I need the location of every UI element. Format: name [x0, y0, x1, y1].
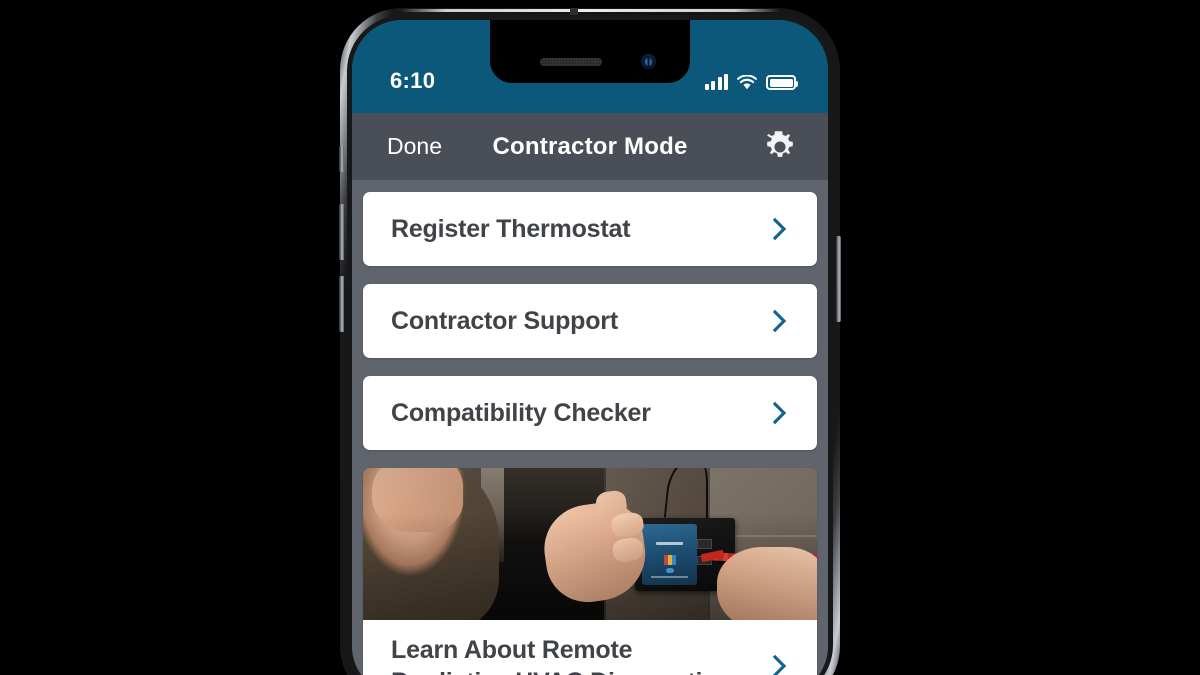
list-item-contractor-support[interactable]: Contractor Support	[363, 284, 817, 358]
chevron-right-icon	[769, 651, 791, 675]
list-item-label: Contractor Support	[391, 306, 618, 335]
earpiece-speaker-icon	[540, 58, 602, 66]
volume-up-button[interactable]	[339, 204, 344, 260]
chevron-right-icon	[769, 306, 791, 336]
navigation-bar: Done Contractor Mode	[352, 113, 828, 180]
done-button[interactable]: Done	[387, 133, 442, 160]
list-item-register-thermostat[interactable]: Register Thermostat	[363, 192, 817, 266]
promo-title-line-1: Learn About Remote	[391, 636, 633, 664]
promo-image-hvac-technician	[363, 468, 817, 620]
wifi-icon	[737, 74, 757, 90]
battery-full-icon	[766, 75, 798, 90]
phone-device-frame: 6:10 Done Contractor Mode Register Therm…	[339, 8, 841, 675]
power-button[interactable]	[836, 236, 841, 322]
list-item-label: Register Thermostat	[391, 214, 631, 243]
chevron-right-icon	[769, 398, 791, 428]
silent-switch-button[interactable]	[339, 146, 344, 172]
display-notch	[490, 20, 690, 83]
front-camera-icon	[641, 54, 656, 69]
volume-down-button[interactable]	[339, 276, 344, 332]
phone-bezel: 6:10 Done Contractor Mode Register Therm…	[352, 20, 828, 675]
status-bar: 6:10	[352, 20, 828, 113]
gear-icon	[767, 130, 793, 157]
promo-card-footer: Learn About Remote Predictive HVAC Diagn…	[363, 620, 817, 675]
promo-title-line-2: Predictive HVAC Diagnostics	[391, 666, 769, 675]
content-scroll-area[interactable]: Register Thermostat Contractor Support C…	[352, 180, 828, 675]
screenshot-stage: 6:10 Done Contractor Mode Register Therm…	[0, 0, 1200, 675]
status-bar-clock: 6:10	[390, 68, 436, 93]
frame-top-rail-highlight	[400, 9, 780, 12]
promo-card-remote-diagnostics[interactable]: Learn About Remote Predictive HVAC Diagn…	[363, 468, 817, 675]
list-item-label: Compatibility Checker	[391, 398, 651, 427]
cellular-signal-icon	[704, 74, 728, 90]
settings-button[interactable]	[762, 129, 798, 165]
chevron-right-icon	[769, 214, 791, 244]
phone-screen: 6:10 Done Contractor Mode Register Therm…	[352, 20, 828, 675]
list-item-compatibility-checker[interactable]: Compatibility Checker	[363, 376, 817, 450]
promo-card-title: Learn About Remote Predictive HVAC Diagn…	[391, 634, 769, 675]
status-bar-indicators	[704, 70, 798, 90]
